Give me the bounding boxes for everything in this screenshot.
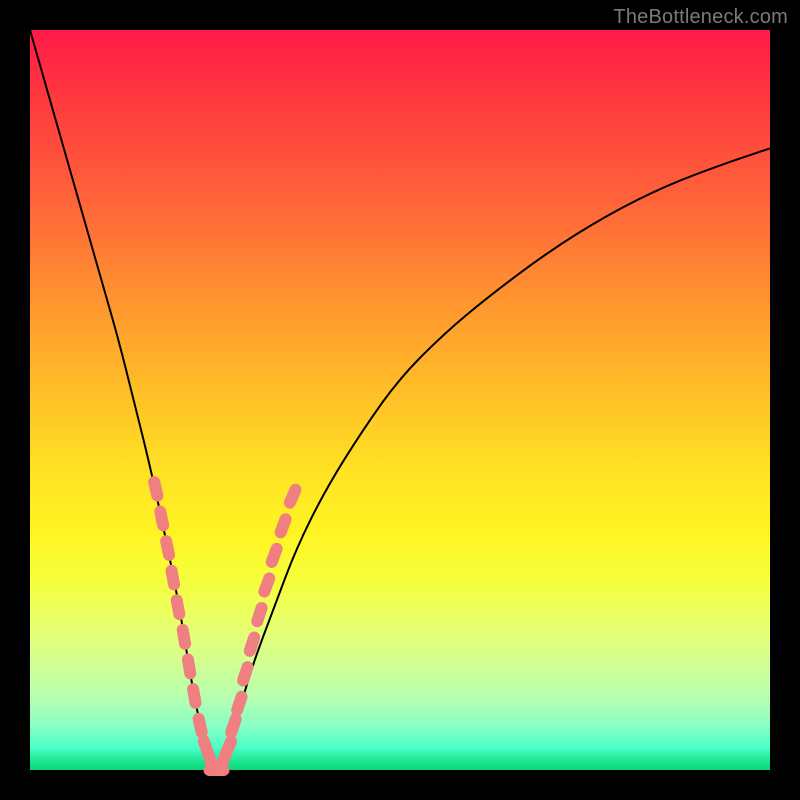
curve-marker	[282, 482, 303, 511]
curve-marker	[273, 512, 293, 541]
curve-marker	[264, 541, 284, 570]
curve-marker	[230, 689, 250, 717]
curve-marker	[242, 630, 262, 658]
chart-frame: TheBottleneck.com	[0, 0, 800, 800]
curve-marker	[176, 623, 192, 651]
curve-marker	[159, 534, 176, 562]
marker-group	[147, 475, 303, 777]
curve-marker	[224, 711, 244, 739]
curve-marker	[250, 600, 270, 628]
curve-marker	[147, 475, 165, 503]
curve-marker	[192, 712, 209, 740]
curve-svg	[30, 30, 770, 770]
curve-marker	[186, 682, 202, 710]
curve-marker	[181, 653, 197, 681]
plot-area	[30, 30, 770, 770]
bottleneck-curve	[30, 30, 770, 766]
curve-marker	[153, 504, 170, 532]
curve-marker	[218, 733, 239, 762]
curve-marker	[236, 660, 256, 688]
curve-marker	[170, 593, 187, 621]
curve-marker	[165, 564, 182, 592]
watermark-text: TheBottleneck.com	[613, 6, 788, 29]
curve-marker	[257, 571, 277, 600]
